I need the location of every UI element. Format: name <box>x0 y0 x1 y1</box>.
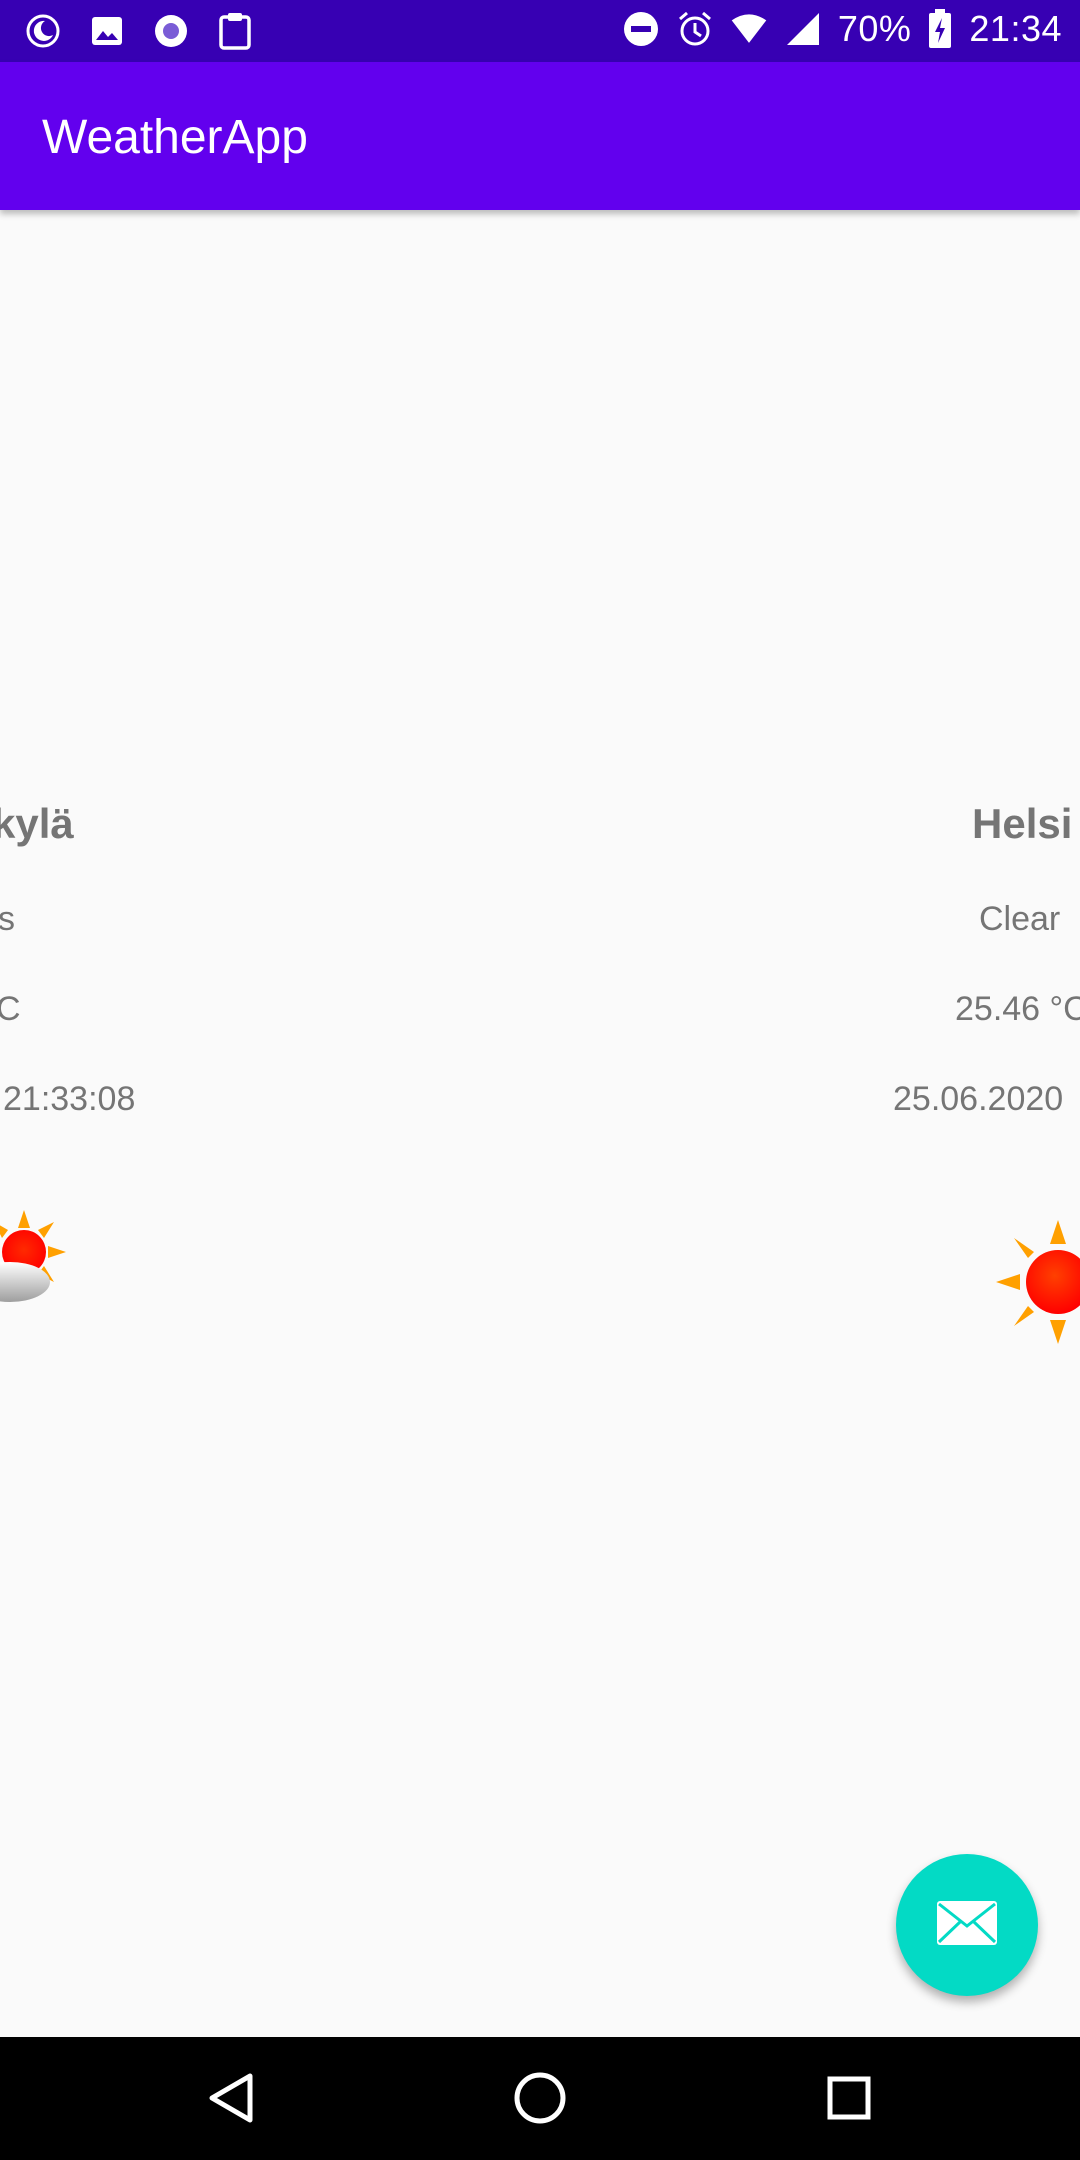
city-name: Helsi <box>972 800 1073 847</box>
wifi-icon <box>730 8 768 50</box>
status-bar: 70% 21:34 <box>0 0 1080 62</box>
battery-percentage: 70% <box>837 8 912 49</box>
weather-description: Clear <box>979 900 1061 938</box>
mail-fab-button[interactable] <box>896 1854 1038 1996</box>
recents-icon <box>826 2075 872 2126</box>
timestamp: 25.06.2020 <box>893 1080 1064 1118</box>
app-bar: WeatherApp <box>0 62 1080 210</box>
timestamp: 21:33:08 <box>3 1080 136 1118</box>
partly-cloudy-icon <box>0 1210 90 1345</box>
city-name: kylä <box>0 800 74 847</box>
temperature: C <box>0 990 21 1028</box>
clipboard-icon <box>216 10 254 52</box>
clock: 21:34 <box>969 8 1062 49</box>
navigation-bar <box>0 2037 1080 2160</box>
app-title: WeatherApp <box>42 111 308 164</box>
weather-carousel[interactable]: kylä s C 21:33:08 Helsi Clear 25.46 °C 2… <box>0 210 1080 2037</box>
home-button[interactable] <box>505 2065 575 2135</box>
mail-icon <box>936 1900 998 1951</box>
alarm-icon <box>676 8 714 50</box>
moon-icon <box>24 10 62 52</box>
signal-icon <box>784 8 822 50</box>
image-icon <box>88 10 126 52</box>
do-not-disturb-icon <box>622 8 660 50</box>
recents-button[interactable] <box>814 2065 884 2135</box>
battery-charging-icon <box>927 8 953 50</box>
temperature: 25.46 °C <box>955 990 1080 1028</box>
home-icon <box>513 2071 567 2130</box>
back-icon <box>206 2072 256 2129</box>
sun-icon <box>996 1220 1080 1355</box>
radio-icon <box>152 10 190 52</box>
weather-description: s <box>0 900 15 938</box>
back-button[interactable] <box>196 2065 266 2135</box>
